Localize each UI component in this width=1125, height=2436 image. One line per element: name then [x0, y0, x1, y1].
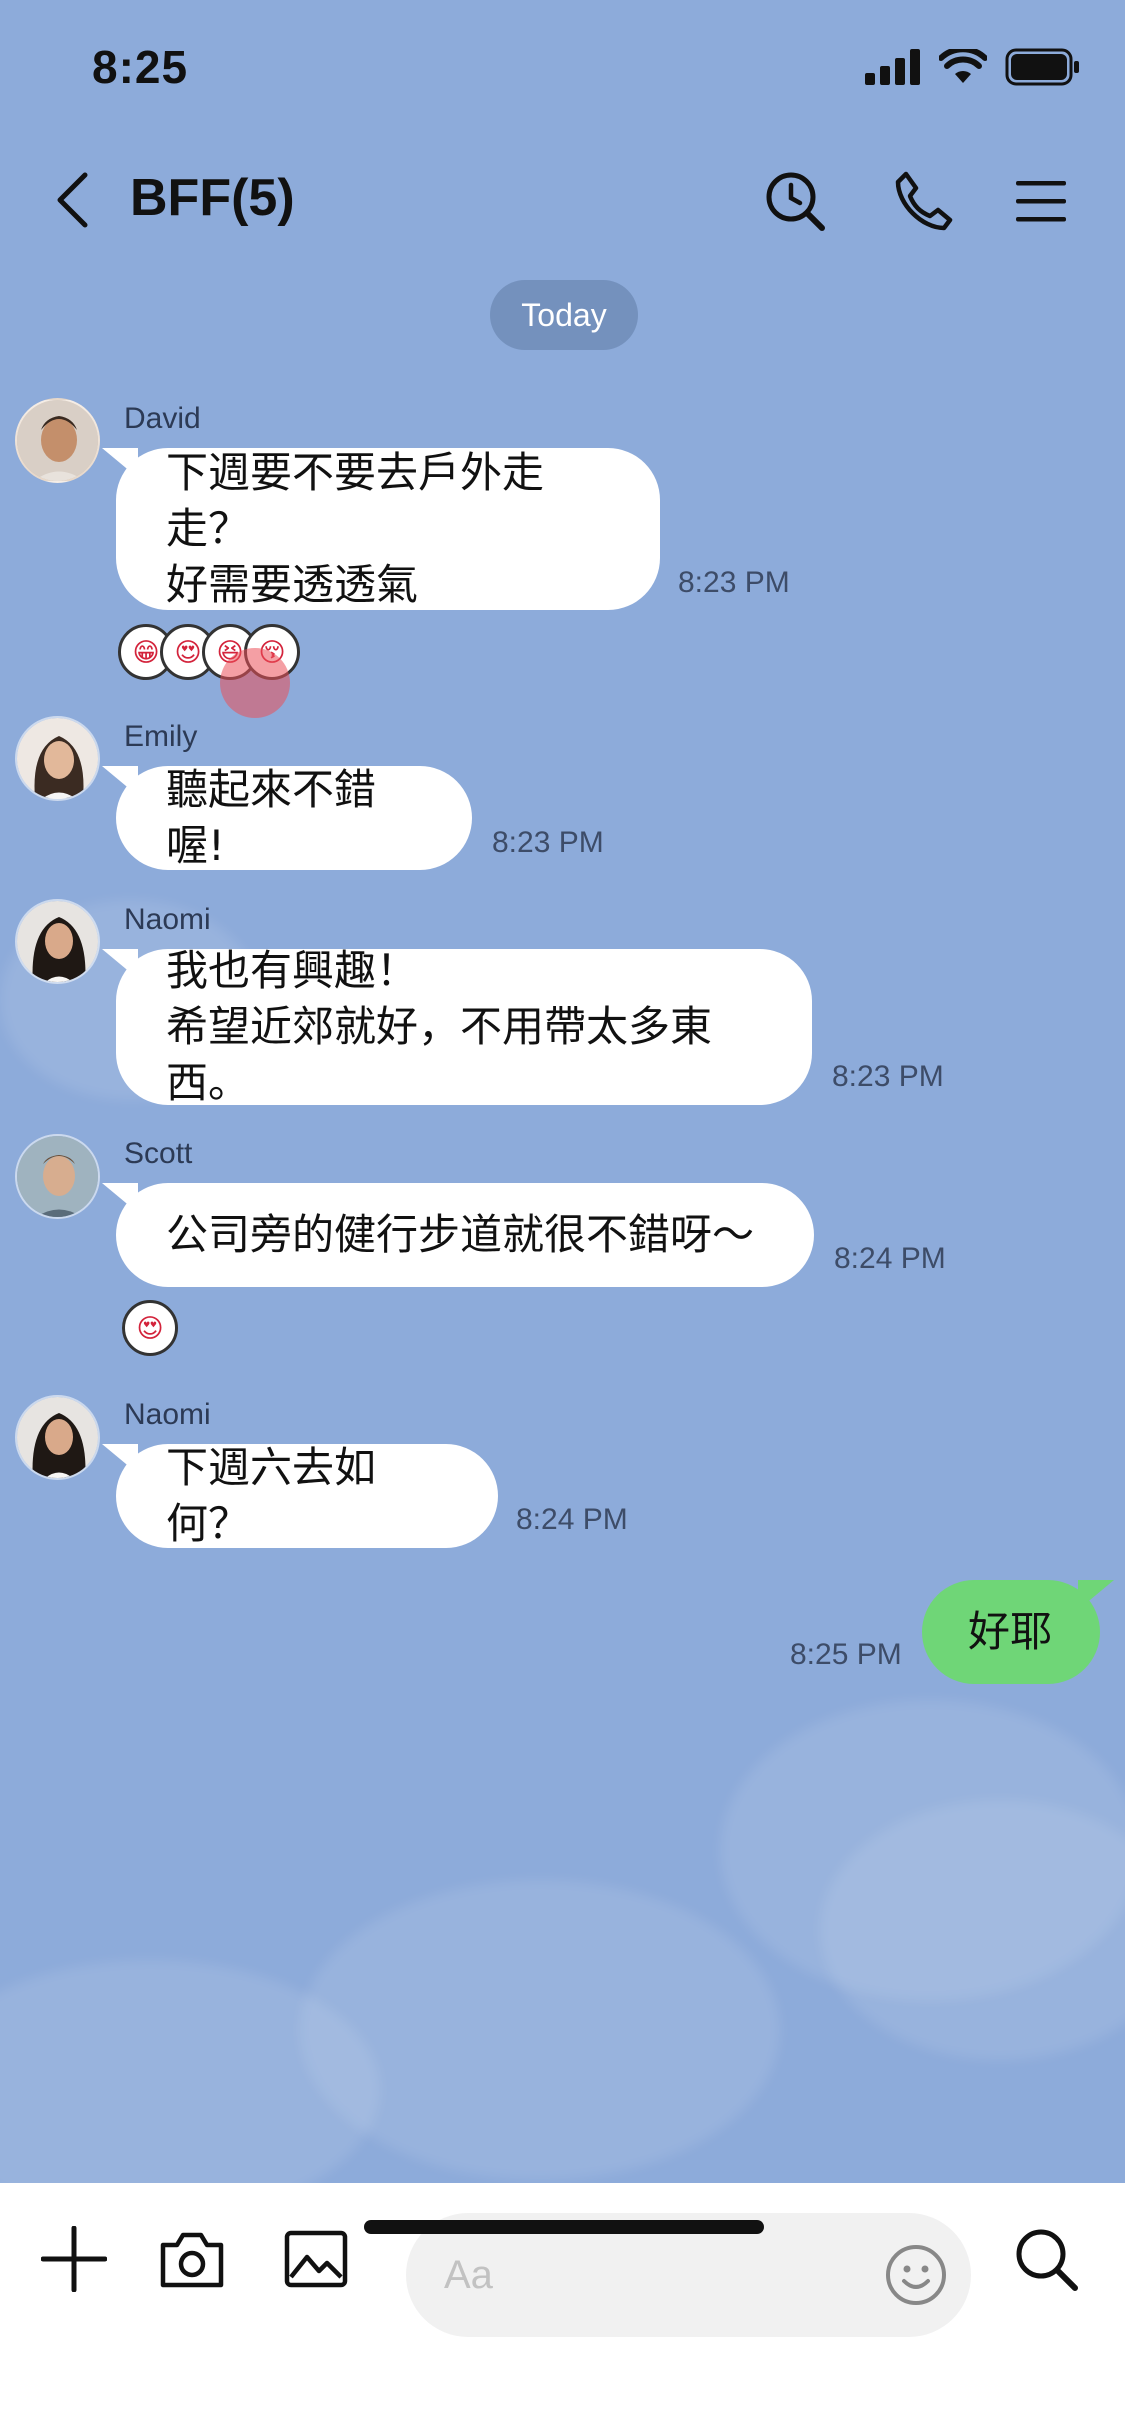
message-line: 下週要不要去戶外走走？ — [166, 448, 545, 553]
search-button[interactable] — [1006, 2219, 1086, 2299]
message-line: 我也有興趣！ — [166, 946, 419, 995]
message-bubble[interactable]: 聽起來不錯喔! — [102, 765, 472, 870]
avatar-scott-icon — [17, 1136, 98, 1217]
chat-title: BFF(5) — [130, 169, 295, 227]
wifi-icon — [939, 49, 987, 83]
message-time: 8:24 PM — [516, 1503, 628, 1536]
reaction-heart-eyes-icon: 😍 — [122, 1300, 178, 1356]
message-line: 聽起來不錯喔! — [166, 765, 377, 870]
status-time: 8:25 — [92, 41, 189, 93]
message-line: 下週六去如何？ — [166, 1443, 377, 1548]
avatar[interactable] — [15, 899, 100, 984]
search-icon — [1016, 2229, 1078, 2291]
reaction-stack[interactable]: 😍 — [122, 1300, 178, 1356]
sender-name: David — [124, 402, 201, 435]
message-line: 公司旁的健行步道就很不錯呀～ — [166, 1210, 755, 1259]
add-button[interactable] — [34, 2219, 114, 2299]
sender-name: Scott — [124, 1137, 193, 1170]
avatar-naomi-icon — [17, 901, 98, 982]
message-line: 好耶 — [968, 1607, 1053, 1656]
message-time: 8:23 PM — [832, 1060, 944, 1093]
message-time: 8:23 PM — [492, 826, 604, 859]
background-cloud — [300, 1880, 780, 2180]
message-line: 好需要透透氣 — [166, 560, 419, 609]
battery-icon — [1005, 48, 1079, 86]
menu-button[interactable] — [1006, 166, 1076, 236]
smiley-icon — [886, 2245, 946, 2305]
my-message-bubble[interactable]: 好耶 — [922, 1580, 1114, 1684]
avatar[interactable] — [15, 1134, 100, 1219]
avatar-naomi-icon — [17, 1397, 98, 1478]
message-bubble[interactable]: 我也有興趣！ 希望近郊就好，不用帶太多東西。 — [102, 946, 812, 1107]
camera-button[interactable] — [152, 2219, 232, 2299]
message-bubble[interactable]: 下週要不要去戶外走走？ 好需要透透氣 — [102, 448, 660, 610]
avatar[interactable] — [15, 1395, 100, 1480]
camera-icon — [160, 2232, 224, 2288]
chat-screen: 8:25 BFF(5) Today David 下週要不要去戶外走走？ 好需要透… — [0, 0, 1125, 2436]
plus-icon — [41, 2226, 107, 2292]
status-icons — [865, 48, 1081, 86]
message-bubble[interactable]: 公司旁的健行步道就很不錯呀～ — [102, 1183, 814, 1287]
avatar-david-icon — [17, 400, 98, 481]
call-button[interactable] — [888, 166, 958, 236]
avatar[interactable] — [15, 716, 100, 801]
phone-icon — [895, 171, 953, 231]
message-bubble[interactable]: 下週六去如何？ — [102, 1443, 498, 1548]
sender-name: Naomi — [124, 1398, 211, 1431]
sender-name: Naomi — [124, 903, 211, 936]
back-icon — [57, 172, 88, 228]
photo-button[interactable] — [276, 2219, 356, 2299]
home-indicator — [364, 2220, 764, 2234]
avatar-emily-icon — [17, 718, 98, 799]
avatar[interactable] — [15, 398, 100, 483]
message-time: 8:23 PM — [678, 566, 790, 599]
back-button[interactable] — [42, 160, 102, 240]
emoji-button[interactable] — [880, 2239, 952, 2311]
message-time: 8:25 PM — [790, 1638, 902, 1671]
signal-icon — [865, 49, 920, 85]
message-line: 希望近郊就好，不用帶太多東西。 — [166, 1002, 713, 1107]
image-icon — [284, 2230, 348, 2288]
date-chip: Today — [490, 280, 638, 350]
message-time: 8:24 PM — [834, 1242, 946, 1275]
search-history-button[interactable] — [760, 166, 830, 236]
menu-icon — [1016, 181, 1066, 222]
chat-header: BFF(5) — [0, 150, 1125, 250]
sender-name: Emily — [124, 720, 198, 753]
touch-indicator — [220, 648, 290, 718]
search-history-icon — [766, 172, 825, 231]
